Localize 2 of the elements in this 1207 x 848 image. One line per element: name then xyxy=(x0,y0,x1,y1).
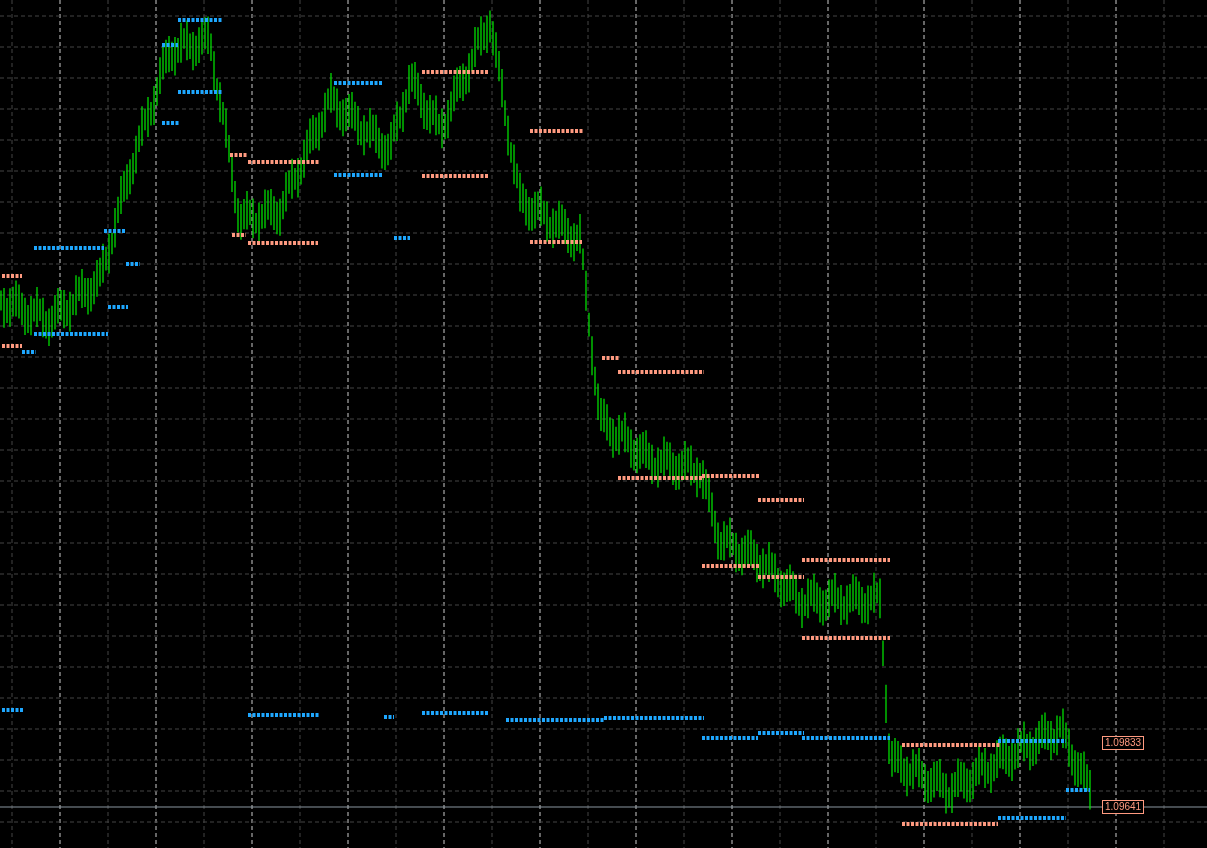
price-label: 1.09833 xyxy=(1102,736,1145,750)
price-label: 1.09641 xyxy=(1102,800,1145,814)
